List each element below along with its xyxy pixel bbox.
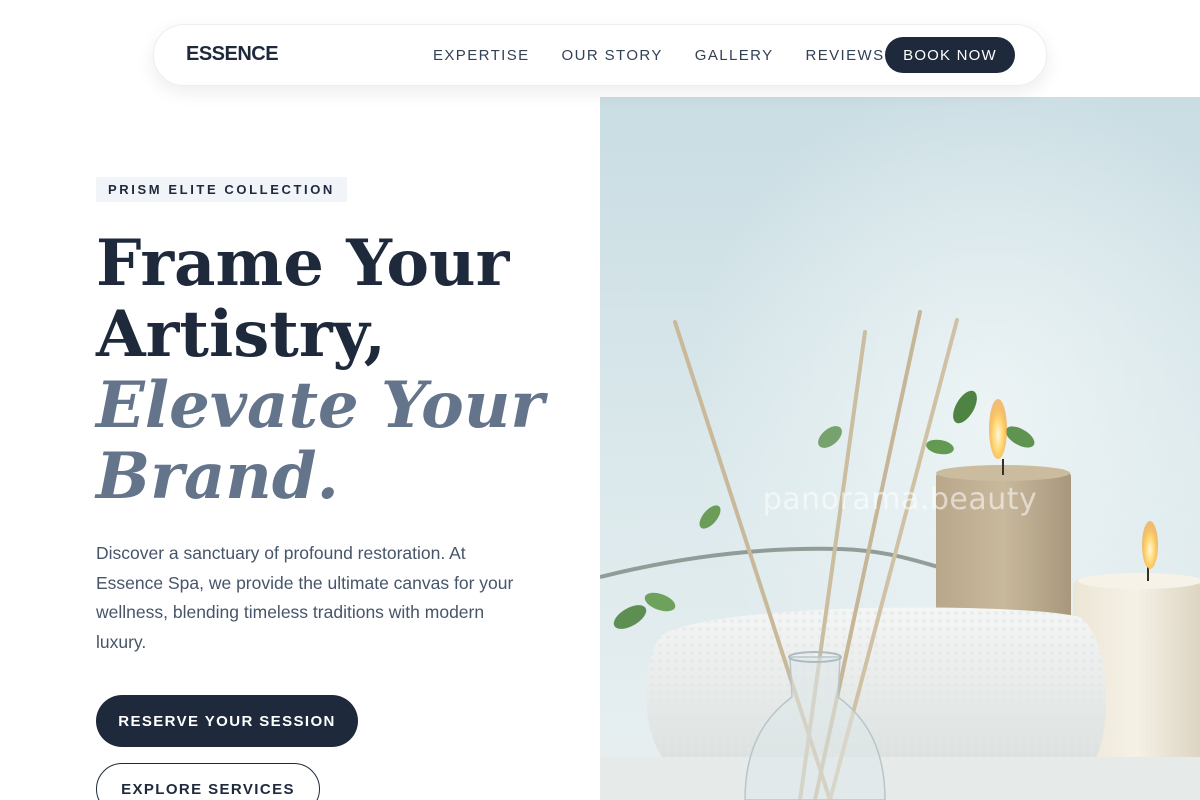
explore-services-button[interactable]: EXPLORE SERVICES bbox=[96, 763, 320, 800]
collection-badge: PRISM ELITE COLLECTION bbox=[96, 177, 347, 202]
top-navigation: ESSENCE EXPERTISE OUR STORY GALLERY REVI… bbox=[153, 24, 1047, 86]
spa-still-life-illustration bbox=[600, 97, 1200, 800]
nav-link-gallery[interactable]: GALLERY bbox=[695, 47, 774, 64]
nav-links: EXPERTISE OUR STORY GALLERY REVIEWS bbox=[433, 25, 916, 85]
image-watermark: panorama.beauty bbox=[762, 482, 1038, 517]
headline-line-1: Frame Your bbox=[96, 226, 510, 301]
nav-link-our-story[interactable]: OUR STORY bbox=[562, 47, 663, 64]
nav-link-expertise[interactable]: EXPERTISE bbox=[433, 47, 530, 64]
brand-logo[interactable]: ESSENCE bbox=[186, 43, 279, 66]
nav-link-reviews[interactable]: REVIEWS bbox=[806, 47, 885, 64]
headline-line-2: Artistry, bbox=[96, 297, 386, 372]
hero-headline: Frame Your Artistry, Elevate Your Brand. bbox=[96, 228, 576, 512]
hero-spa-image: panorama.beauty bbox=[600, 97, 1200, 800]
hero-description: Discover a sanctuary of profound restora… bbox=[96, 543, 514, 652]
headline-accent-line-1: Elevate Your bbox=[96, 368, 545, 443]
headline-accent-line-2: Brand. bbox=[96, 439, 339, 514]
reserve-session-button[interactable]: RESERVE YOUR SESSION bbox=[96, 695, 358, 747]
book-now-button[interactable]: BOOK NOW bbox=[885, 37, 1015, 73]
